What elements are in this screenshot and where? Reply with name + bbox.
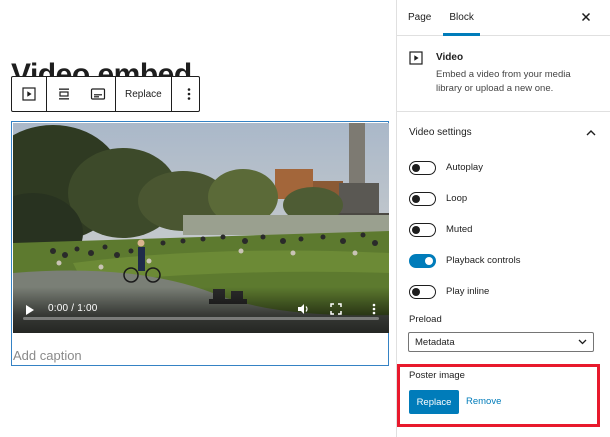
video-controls: 0:00 / 1:00 <box>13 287 389 333</box>
toggle-row-autoplay: Autoplay <box>397 152 610 183</box>
poster-image-label: Poster image <box>409 370 465 381</box>
poster-replace-button[interactable]: Replace <box>409 390 459 414</box>
toggle-row-loop: Loop <box>397 183 610 214</box>
loop-label: Loop <box>446 193 468 204</box>
alignment-group <box>47 77 116 111</box>
poster-image-section: Poster image Replace Remove <box>397 364 610 426</box>
block-card-title: Video <box>436 52 464 63</box>
autoplay-toggle[interactable] <box>409 160 436 175</box>
toggle-row-play-inline: Play inline <box>397 276 610 307</box>
caption-field[interactable]: Add caption <box>12 348 388 363</box>
options-group <box>172 77 206 111</box>
video-settings-panel-toggle[interactable]: Video settings <box>397 112 610 152</box>
playback-controls-toggle[interactable] <box>409 253 436 268</box>
caption-icon[interactable] <box>81 77 115 111</box>
more-options-icon[interactable] <box>172 77 206 111</box>
chevron-down-icon <box>578 337 587 348</box>
video-player[interactable]: 0:00 / 1:00 <box>13 123 389 333</box>
preload-value: Metadata <box>415 336 455 348</box>
loop-toggle[interactable] <box>409 191 436 206</box>
tab-block[interactable]: Block <box>440 0 482 36</box>
play-inline-label: Play inline <box>446 286 490 297</box>
sidebar-tabs: Page Block <box>397 0 610 36</box>
poster-remove-link[interactable]: Remove <box>466 396 501 407</box>
block-toolbar: Replace <box>11 76 200 112</box>
video-settings-title: Video settings <box>409 126 472 138</box>
toolbar-replace-button[interactable]: Replace <box>116 77 171 111</box>
preload-select[interactable]: Metadata <box>408 332 594 352</box>
block-card-description: Embed a video from your media library or… <box>436 69 571 94</box>
chevron-up-icon <box>586 123 596 141</box>
replace-group: Replace <box>116 77 172 111</box>
video-time: 0:00 / 1:00 <box>48 303 98 314</box>
toggle-row-muted: Muted <box>397 214 610 245</box>
block-type-group <box>12 77 47 111</box>
settings-sidebar: Page Block Video Embed a video from your… <box>396 0 610 437</box>
close-icon[interactable] <box>580 10 592 28</box>
editor-canvas: Video embed Replace 0:00 / 1:00 Add capt… <box>0 0 396 437</box>
video-block[interactable]: 0:00 / 1:00 Add caption <box>11 121 389 366</box>
autoplay-label: Autoplay <box>446 162 483 173</box>
muted-toggle[interactable] <box>409 222 436 237</box>
tab-page[interactable]: Page <box>399 0 440 35</box>
preload-label: Preload <box>409 314 442 325</box>
toggle-row-playback-controls: Playback controls <box>397 245 610 276</box>
video-icon <box>409 51 427 97</box>
play-inline-toggle[interactable] <box>409 284 436 299</box>
video-block-icon[interactable] <box>12 77 46 111</box>
align-center-icon[interactable] <box>47 77 81 111</box>
block-card: Video Embed a video from your media libr… <box>397 36 610 112</box>
video-progress-bar[interactable] <box>23 317 379 320</box>
muted-label: Muted <box>446 224 473 235</box>
playback-controls-label: Playback controls <box>446 255 521 266</box>
